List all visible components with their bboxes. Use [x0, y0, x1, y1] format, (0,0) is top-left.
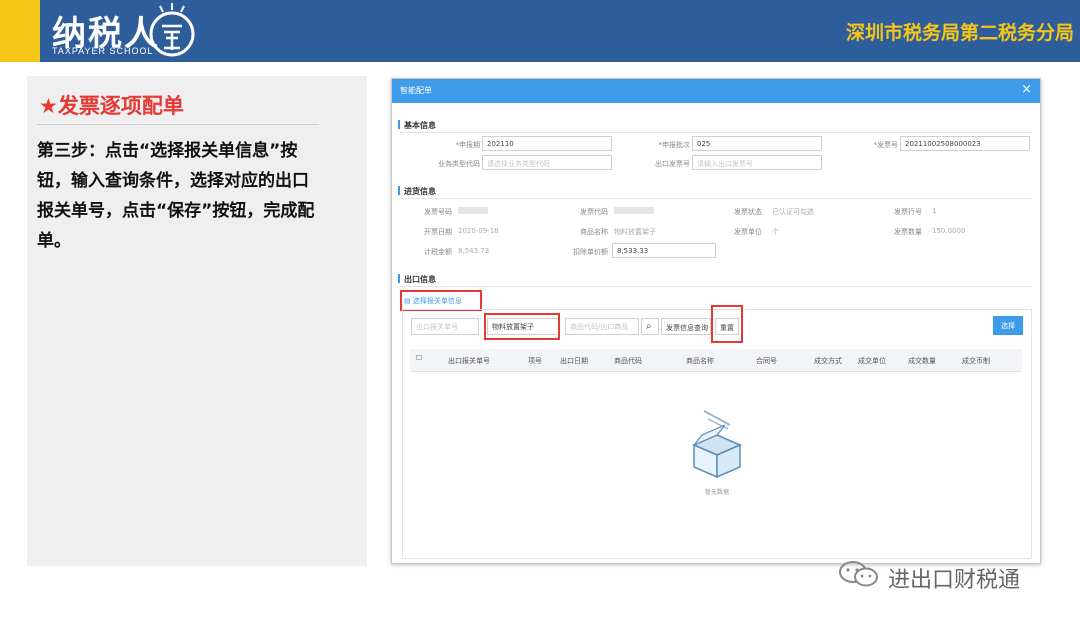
- table-header: ☐ 出口报关单号 项号 出口日期 商品代码 商品名称 合同号 成交方式 成交单位…: [410, 349, 1022, 372]
- highlight-box: [400, 290, 482, 311]
- tax-amount-value: 8,543.73: [458, 247, 490, 255]
- section-basic-title: 基本信息: [404, 121, 436, 130]
- deductible-label: 扣除单价额: [573, 248, 608, 256]
- invoice-status-label: 发票状态: [734, 208, 762, 216]
- invoice-row-label: 发票行号: [894, 208, 922, 216]
- section-marker: [398, 274, 400, 283]
- section-export-title: 出口信息: [404, 275, 436, 284]
- declare-batch-field[interactable]: 025: [692, 136, 822, 151]
- panel-title: ★发票逐项配单: [39, 94, 184, 118]
- invoice-unit-value: 个: [772, 228, 779, 236]
- redacted-value: [458, 207, 488, 214]
- organization-name: 深圳市税务局第二税务分局: [845, 22, 1074, 44]
- invoice-number-label: *发票号: [873, 141, 899, 149]
- section-marker: [398, 120, 400, 129]
- column-header[interactable]: 成交方式: [814, 356, 842, 366]
- business-type-field[interactable]: 请选择业务类型代码: [482, 155, 612, 170]
- empty-state-text: 暂无数据: [705, 489, 730, 496]
- customs-number-filter[interactable]: 出口报关单号: [411, 318, 479, 335]
- declare-batch-label: *申报批次: [658, 141, 691, 149]
- column-header[interactable]: 出口日期: [560, 356, 588, 366]
- step-instruction: 第三步：点击“选择报关单信息”按钮，输入查询条件，选择对应的出口报关单号，点击“…: [37, 141, 315, 251]
- highlight-box: [484, 313, 560, 340]
- column-header[interactable]: 出口报关单号: [448, 356, 490, 366]
- declare-period-label: *申报期: [455, 141, 481, 149]
- highlight-box: [711, 305, 743, 343]
- panel-divider: [37, 124, 319, 125]
- empty-box-icon: [692, 410, 742, 479]
- instruction-panel: ★发票逐项配单 第三步：点击“选择报关单信息”按钮，输入查询条件，选择对应的出口…: [27, 76, 367, 566]
- column-header[interactable]: 成交数量: [908, 356, 936, 366]
- invoice-row-value: 1: [932, 207, 937, 215]
- declare-period-field[interactable]: 202110: [482, 136, 612, 151]
- section-divider: [400, 198, 1032, 199]
- goods-name-label: 商品名称: [580, 228, 608, 236]
- top-banner: 纳税人 TAXPAYER SCHOOL 深圳市税务局第二税务分局: [0, 0, 1080, 62]
- column-header[interactable]: 成交币制: [962, 356, 990, 366]
- export-invoice-label: 出口发票号: [655, 160, 690, 168]
- banner-accent-tab: [0, 0, 40, 62]
- invoice-unit-label: 发票单位: [734, 228, 762, 236]
- smart-matching-dialog: 智能配单 × 基本信息 *申报期 202110 *申报批次 025 *发票号 2…: [391, 78, 1041, 564]
- logo-subtitle: TAXPAYER SCHOOL: [52, 46, 154, 56]
- logo-emblem-icon: [149, 3, 195, 57]
- goods-code-filter[interactable]: 商品代码/出口商品: [565, 318, 639, 335]
- search-icon[interactable]: ⌕: [641, 318, 659, 335]
- section-purchase-title: 进货信息: [404, 187, 436, 196]
- select-all-checkbox[interactable]: ☐: [416, 354, 422, 362]
- invoice-qty-label: 发票数量: [894, 228, 922, 236]
- goods-name-value: 物料放置架子: [614, 228, 656, 236]
- section-divider: [400, 132, 1032, 133]
- wechat-icon: [839, 561, 878, 587]
- close-icon[interactable]: ×: [1021, 82, 1032, 97]
- purchase-invoice-code-label: 发票代码: [580, 208, 608, 216]
- column-header[interactable]: 项号: [528, 356, 542, 366]
- export-invoice-field[interactable]: 请输入出口发票号: [692, 155, 822, 170]
- column-header[interactable]: 合同号: [756, 356, 777, 366]
- issue-date-value: 2020-09-18: [458, 227, 499, 235]
- issue-date-label: 开票日期: [424, 228, 452, 236]
- column-header[interactable]: 商品名称: [686, 356, 714, 366]
- section-divider: [400, 286, 1032, 287]
- business-type-label: 业务类型代码: [438, 160, 480, 168]
- invoice-query-button[interactable]: 发票信息查询: [661, 318, 711, 335]
- invoice-status-value: 已认证可勾选: [772, 208, 814, 216]
- tax-amount-label: 计税金额: [424, 248, 452, 256]
- column-header[interactable]: 商品代码: [614, 356, 642, 366]
- select-button[interactable]: 选择: [993, 316, 1023, 335]
- purchase-invoice-no-label: 发票号码: [424, 208, 452, 216]
- invoice-number-field[interactable]: 20211002508000023: [900, 136, 1030, 151]
- dialog-header: 智能配单 ×: [392, 79, 1040, 103]
- redacted-value: [614, 207, 654, 214]
- deductible-field[interactable]: 8,533.33: [612, 243, 716, 258]
- invoice-qty-value: 150.0000: [932, 227, 966, 235]
- column-header[interactable]: 成交单位: [858, 356, 886, 366]
- dialog-title: 智能配单: [400, 86, 432, 95]
- watermark-text: 进出口财税通: [888, 568, 1021, 593]
- section-marker: [398, 186, 400, 195]
